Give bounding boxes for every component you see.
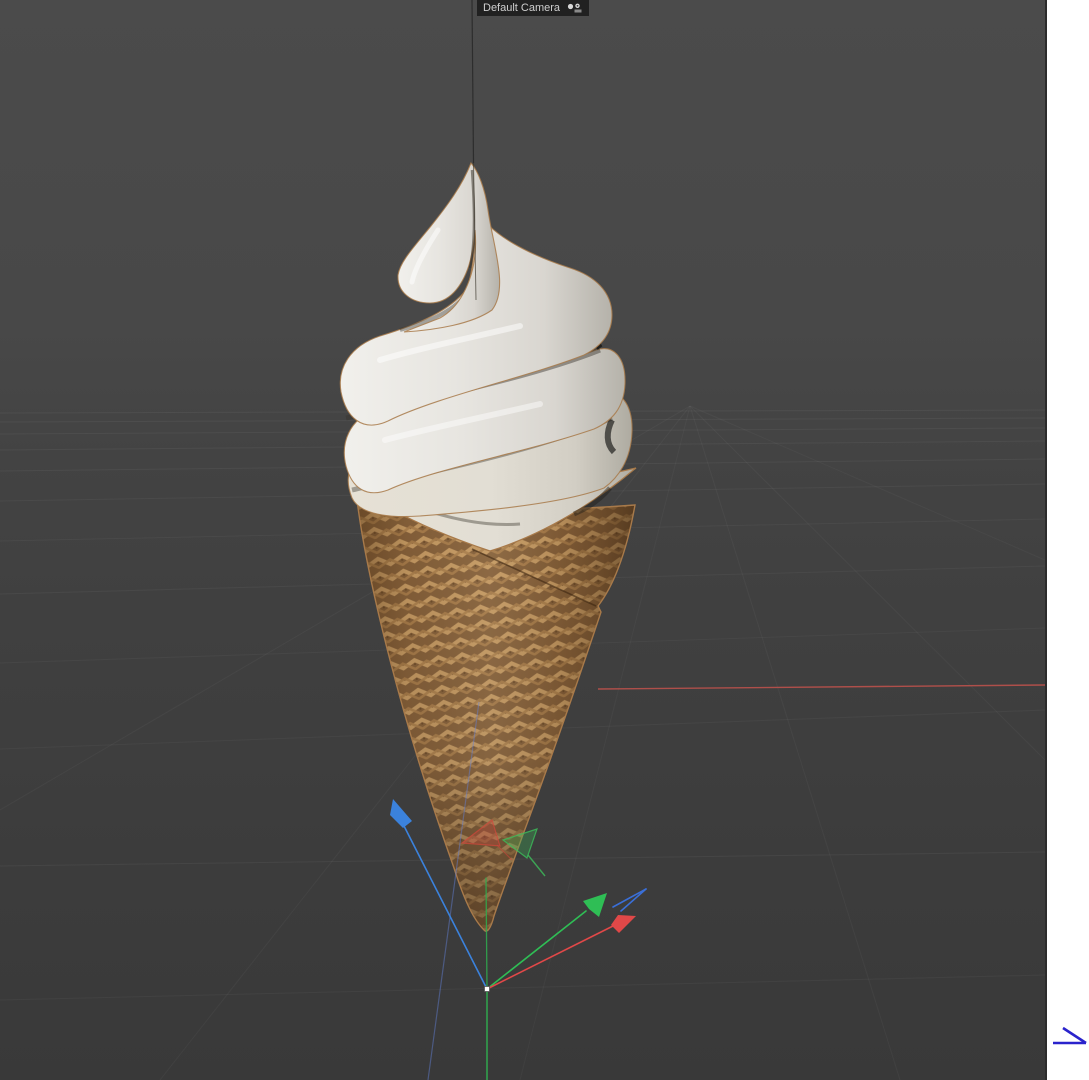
3d-viewport[interactable]: Default Camera — [0, 0, 1047, 1080]
camera-icon[interactable] — [566, 2, 584, 14]
page: Default Camera — [0, 0, 1089, 1080]
y-axis-handle-line — [486, 910, 587, 990]
z-axis-arrow[interactable] — [390, 799, 412, 828]
x-axis-arrow[interactable] — [611, 915, 636, 933]
ghost-y-axis-tail — [527, 854, 546, 877]
camera-label-text[interactable]: Default Camera — [483, 0, 560, 16]
x-axis-handle-line — [486, 925, 614, 990]
world-x-axis-line — [597, 684, 1045, 690]
origin-point[interactable] — [484, 986, 490, 992]
waffle-cone[interactable] — [356, 499, 636, 932]
scene-canvas[interactable] — [0, 0, 1045, 1080]
page-margin — [1047, 0, 1089, 1080]
y-axis-arrow[interactable] — [583, 893, 607, 917]
ice-cream-model[interactable] — [339, 161, 637, 932]
camera-label[interactable]: Default Camera — [477, 0, 590, 16]
world-y-axis-line — [471, 0, 475, 164]
corner-arrow-icon[interactable] — [1051, 1022, 1089, 1052]
z-axis-outline-arrow[interactable] — [612, 888, 647, 912]
cone-shading-vertical — [356, 499, 636, 932]
